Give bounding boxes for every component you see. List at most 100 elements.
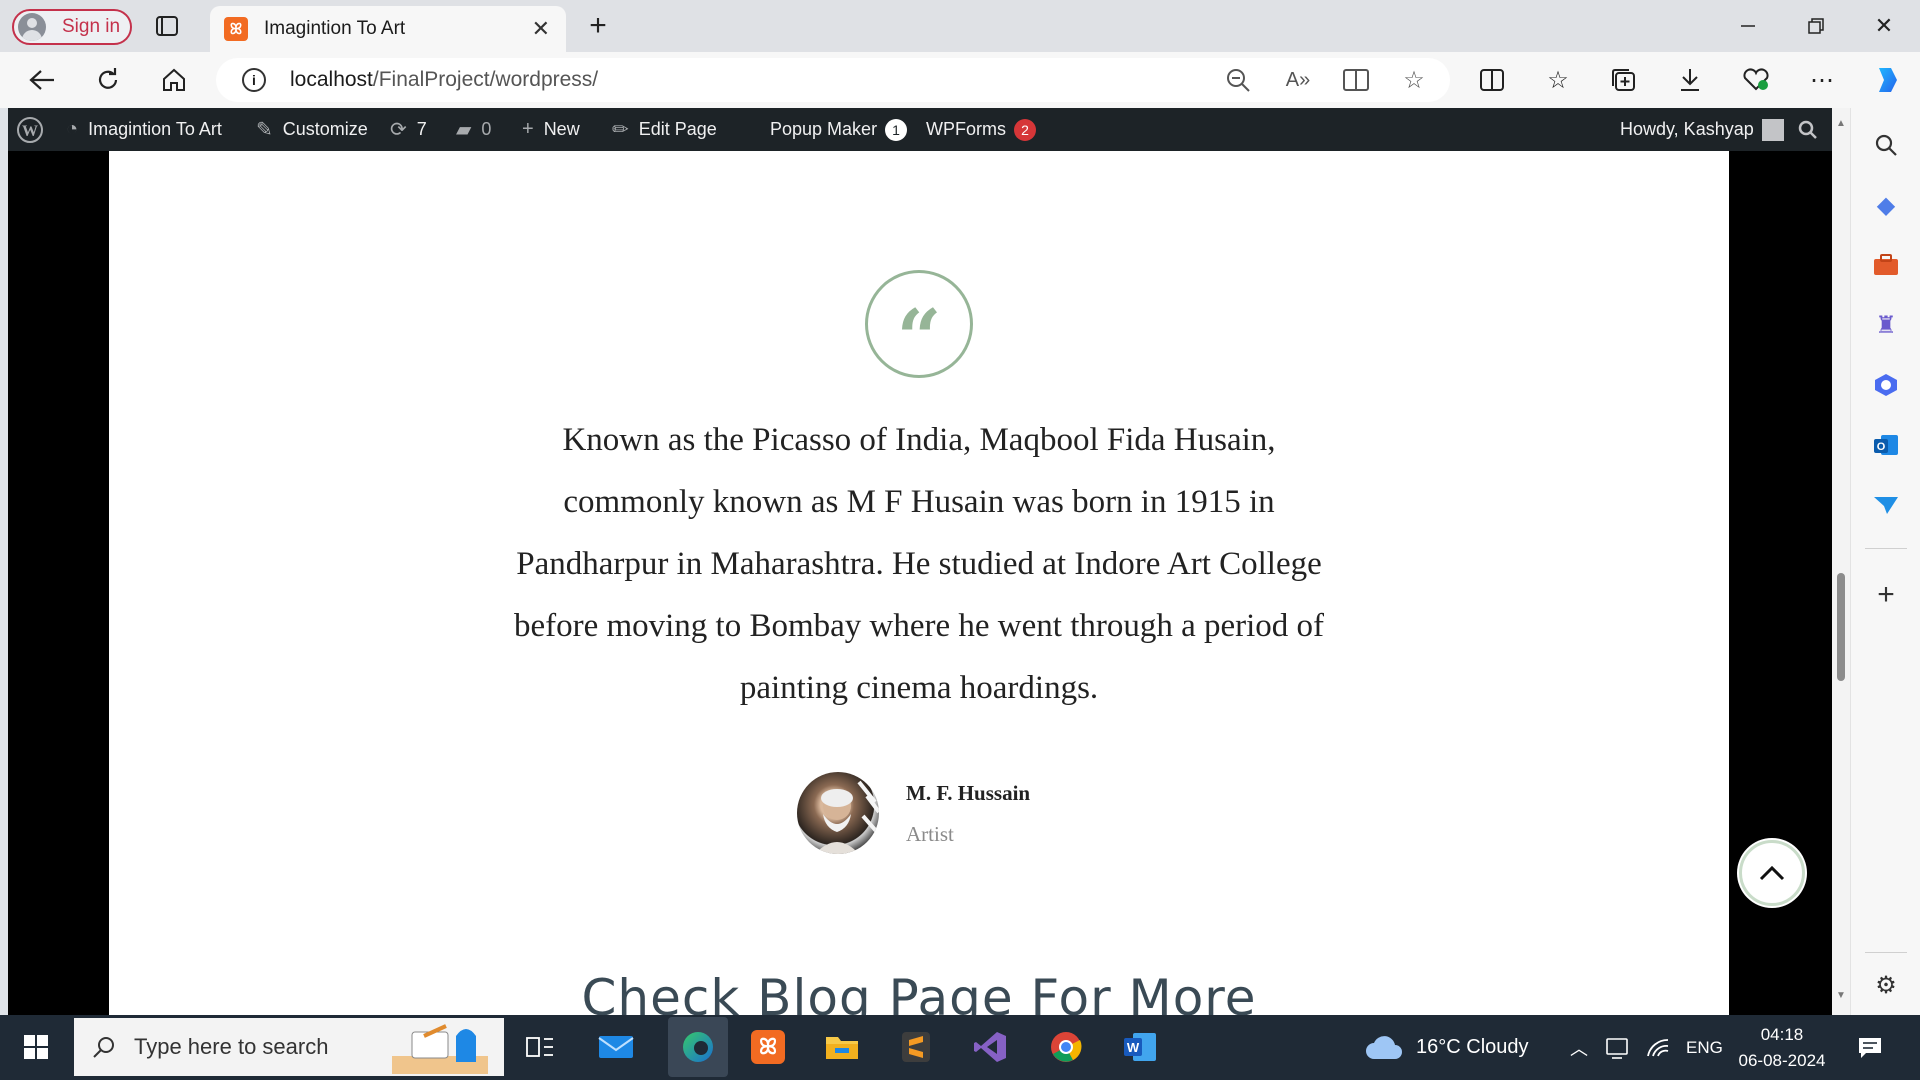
minimize-icon[interactable] (1732, 10, 1764, 42)
microsoft-365-icon[interactable] (1869, 368, 1903, 402)
refresh-icon[interactable] (92, 64, 124, 96)
svg-text:W: W (1127, 1040, 1140, 1055)
taskbar-search-placeholder: Type here to search (134, 1034, 329, 1059)
copilot-icon[interactable] (1870, 64, 1902, 96)
sidebar-divider (1865, 548, 1907, 549)
sign-in-button[interactable]: Sign in (12, 9, 132, 45)
url-text[interactable]: localhost/FinalProject/wordpress/ (290, 68, 598, 92)
comment-icon: ▰ (456, 119, 472, 141)
wp-popup-maker[interactable]: Popup Maker 1 (770, 108, 908, 151)
games-chess-icon[interactable]: ♜ (1869, 308, 1903, 342)
close-window-icon[interactable]: ✕ (1868, 10, 1900, 42)
plus-icon: + (522, 118, 534, 140)
shopping-tag-icon[interactable]: ◆ (1869, 188, 1903, 222)
outlook-icon[interactable]: O (1869, 428, 1903, 462)
task-view-icon[interactable] (518, 1027, 562, 1067)
show-hidden-icons-chevron-icon[interactable]: ︿ (1570, 1015, 1588, 1080)
file-explorer-icon[interactable] (820, 1027, 864, 1067)
scroll-up-arrow-icon[interactable]: ▲ (1836, 118, 1846, 129)
windows-taskbar: Type here to search ꕤ W 16°C Cloudy ︿ EN… (0, 1015, 1920, 1080)
clock-time: 04:18 (1760, 1024, 1804, 1044)
search-icon (93, 1037, 114, 1058)
word-app-icon[interactable]: W (1118, 1027, 1162, 1067)
mail-app-icon[interactable] (594, 1027, 638, 1067)
close-tab-icon[interactable]: ✕ (532, 16, 550, 42)
immersive-reader-icon[interactable] (1340, 64, 1372, 96)
wifi-icon[interactable] (1646, 1015, 1670, 1080)
taskbar-search-box[interactable]: Type here to search (74, 1018, 504, 1076)
browser-nav-bar: i localhost/FinalProject/wordpress/ A» ☆… (0, 52, 1920, 108)
favorite-star-icon[interactable]: ☆ (1398, 64, 1430, 96)
wp-customize[interactable]: ✎ Customize (256, 108, 368, 151)
visual-studio-icon[interactable] (968, 1027, 1012, 1067)
sidebar-search-icon[interactable] (1869, 128, 1903, 162)
wp-updates[interactable]: ⟳ 7 (390, 108, 427, 151)
wp-wpforms[interactable]: WPForms 2 (926, 108, 1036, 151)
author-avatar (797, 772, 879, 854)
scroll-to-top-button[interactable] (1739, 840, 1805, 906)
sign-in-label: Sign in (62, 16, 121, 37)
profile-icon (18, 13, 46, 41)
browser-essentials-icon[interactable] (1740, 64, 1772, 96)
browser-title-bar: Sign in ꕤ Imagintion To Art ✕ + ✕ (0, 0, 1920, 52)
split-screen-icon[interactable] (1476, 64, 1508, 96)
page-scrollbar[interactable]: ▲ ▼ (1832, 108, 1850, 1015)
tab-actions-icon[interactable] (151, 10, 183, 42)
favorites-icon[interactable]: ☆ (1542, 64, 1574, 96)
tools-briefcase-icon[interactable] (1869, 248, 1903, 282)
dashboard-icon: ◔ (66, 118, 79, 140)
new-tab-icon[interactable]: + (582, 9, 614, 42)
wp-new[interactable]: + New (522, 108, 580, 151)
wp-admin-bar: W ◔ Imagintion To Art ✎ Customize ⟳ 7 ▰ 0 + N… (8, 108, 1832, 151)
clock[interactable]: 04:18 06-08-2024 (1734, 1015, 1830, 1080)
weather-widget[interactable]: 16°C Cloudy (1364, 1015, 1529, 1080)
xampp-app-icon[interactable]: ꕤ (746, 1027, 790, 1067)
back-icon[interactable] (26, 64, 58, 96)
wp-comments[interactable]: ▰ 0 (456, 108, 491, 151)
notifications-icon[interactable] (1858, 1015, 1882, 1080)
popup-maker-badge: 1 (885, 118, 908, 141)
address-bar[interactable]: i localhost/FinalProject/wordpress/ A» ☆ (216, 58, 1450, 102)
downloads-icon[interactable] (1674, 64, 1706, 96)
wp-site-name[interactable]: ◔ Imagintion To Art (66, 108, 222, 151)
scrollbar-thumb[interactable] (1837, 573, 1845, 681)
svg-text:W: W (22, 123, 38, 140)
wpforms-badge: 2 (1014, 118, 1036, 141)
wp-edit-page[interactable]: ✏ Edit Page (612, 108, 717, 151)
wp-search-icon[interactable] (1798, 108, 1818, 151)
sublime-text-icon[interactable] (894, 1027, 938, 1067)
edge-app-icon[interactable] (668, 1017, 728, 1077)
chevron-up-icon (1759, 865, 1785, 881)
wp-account[interactable]: Howdy, Kashyap (1620, 108, 1784, 151)
more-options-icon[interactable]: ⋯ (1806, 64, 1838, 96)
author-role: Artist (906, 822, 954, 846)
collections-icon[interactable] (1608, 64, 1640, 96)
site-info-icon[interactable]: i (242, 68, 266, 92)
zoom-out-icon[interactable] (1222, 64, 1254, 96)
read-aloud-icon[interactable]: A» (1282, 64, 1314, 96)
pencil-icon: ✏ (612, 119, 629, 141)
user-avatar-icon (1761, 118, 1784, 141)
sidebar-settings-gear-icon[interactable]: ⚙ (1869, 968, 1903, 1002)
network-status-icon[interactable] (1604, 1015, 1630, 1080)
page-viewport: “ Known as the Picasso of India, Maqbool… (8, 151, 1832, 1015)
wordpress-logo-icon[interactable]: W (16, 108, 44, 151)
blog-section-heading: Check Blog Page For More (581, 969, 1257, 1015)
send-drop-icon[interactable] (1869, 488, 1903, 522)
add-sidebar-app-icon[interactable]: + (1869, 578, 1903, 612)
testimonial-section: “ Known as the Picasso of India, Maqbool… (109, 151, 1729, 1015)
scroll-down-arrow-icon[interactable]: ▼ (1836, 990, 1846, 1001)
restore-icon[interactable] (1800, 10, 1832, 42)
quote-icon: “ (865, 270, 973, 378)
search-highlight-illustration-icon (384, 1022, 494, 1074)
clock-date: 06-08-2024 (1738, 1050, 1826, 1070)
chrome-app-icon[interactable] (1044, 1027, 1088, 1067)
language-indicator[interactable]: ENG (1686, 1015, 1723, 1080)
home-icon[interactable] (158, 64, 190, 96)
windows-start-icon[interactable] (14, 1027, 58, 1067)
svg-text:O: O (1877, 441, 1886, 453)
edge-sidebar: ◆ ♜ O + ⚙ (1850, 108, 1920, 1015)
tab-title: Imagintion To Art (264, 18, 406, 39)
tab-active[interactable]: ꕤ Imagintion To Art ✕ (210, 6, 566, 52)
weather-text: 16°C Cloudy (1416, 1036, 1529, 1058)
